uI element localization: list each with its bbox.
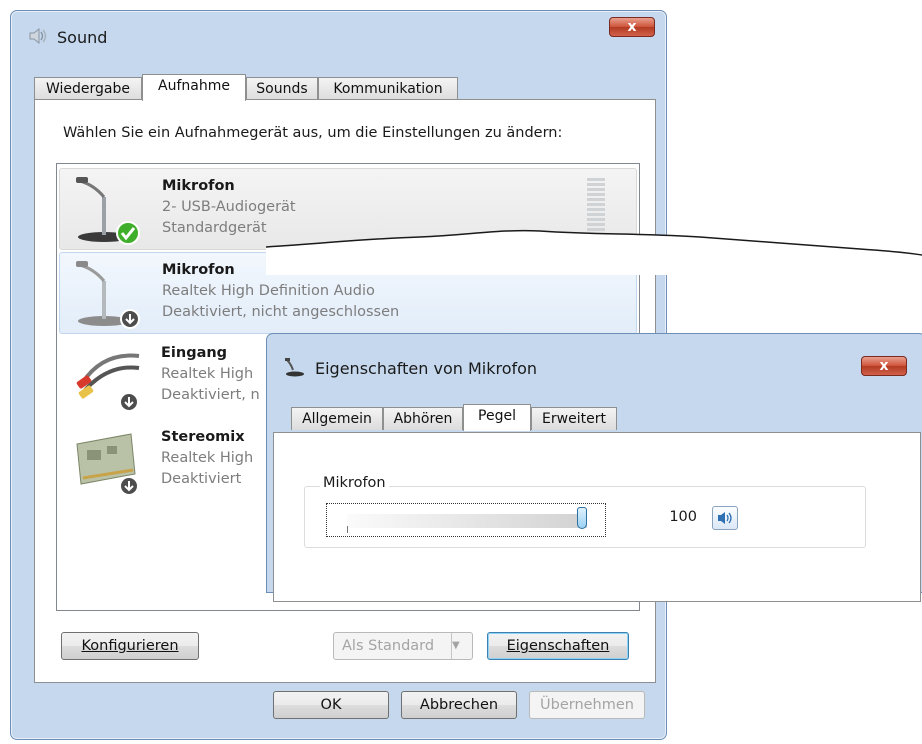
tab-pegel[interactable]: Pegel (463, 404, 531, 431)
device-driver: Realtek High (161, 450, 254, 466)
device-status: Deaktiviert (161, 471, 242, 487)
microphone-icon (285, 358, 304, 377)
device-status: Deaktiviert, n (161, 387, 260, 403)
tab-allgemein[interactable]: Allgemein (291, 407, 383, 430)
set-default-label: Als Standard (342, 638, 435, 654)
cancel-button[interactable]: Abbrechen (401, 691, 517, 719)
device-name: Mikrofon (162, 178, 235, 194)
window-title: Sound (57, 28, 108, 47)
group-label: Mikrofon (320, 475, 389, 491)
slider-thumb[interactable] (577, 507, 587, 529)
configure-button[interactable]: Konfigurieren (61, 632, 199, 660)
device-name: Stereomix (161, 429, 245, 445)
device-name: Eingang (161, 345, 228, 361)
close-button[interactable]: x (861, 356, 907, 376)
configure-label: Konfigurieren (81, 638, 179, 654)
device-driver: 2- USB-Audiogerät (162, 199, 296, 215)
tab-kommunikation[interactable]: Kommunikation (318, 77, 458, 100)
tab-sounds[interactable]: Sounds (246, 77, 318, 100)
window-title: Eigenschaften von Mikrofon (315, 359, 538, 378)
audio-cable-icon (76, 353, 140, 412)
level-panel: Mikrofon 100 (273, 432, 921, 602)
slider-track (347, 514, 587, 528)
tab-wiedergabe[interactable]: Wiedergabe (34, 77, 142, 100)
properties-label: Eigenschaften (506, 638, 610, 654)
properties-button[interactable]: Eigenschaften (487, 632, 629, 660)
mute-button[interactable] (712, 506, 738, 530)
device-driver: Realtek High (161, 366, 254, 382)
speaker-icon (718, 512, 732, 524)
device-driver: Realtek High Definition Audio (162, 283, 375, 299)
speaker-icon (29, 27, 47, 45)
properties-window: Eigenschaften von Mikrofon x Allgemein A… (266, 333, 922, 602)
ok-button[interactable]: OK (273, 691, 389, 719)
level-slider[interactable] (326, 503, 606, 537)
chevron-down-icon[interactable]: ▼ (451, 633, 472, 659)
tab-erweitert[interactable]: Erweitert (531, 407, 617, 430)
instruction-text: Wählen Sie ein Aufnahmegerät aus, um die… (63, 125, 563, 141)
slider-tick (347, 526, 348, 533)
device-status: Deaktiviert, nicht angeschlossen (162, 304, 400, 320)
sound-card-icon (76, 433, 139, 496)
tab-aufnahme[interactable]: Aufnahme (142, 74, 246, 101)
level-value: 100 (669, 509, 697, 525)
tab-abhoeren[interactable]: Abhören (383, 407, 463, 430)
apply-button[interactable]: Übernehmen (529, 691, 645, 719)
close-button[interactable]: x (609, 17, 655, 37)
torn-edge (265, 229, 922, 275)
sound-titlebar[interactable]: Sound x (11, 11, 666, 63)
properties-titlebar[interactable]: Eigenschaften von Mikrofon x (267, 334, 922, 386)
set-default-button[interactable]: Als Standard ▼ (333, 632, 473, 660)
